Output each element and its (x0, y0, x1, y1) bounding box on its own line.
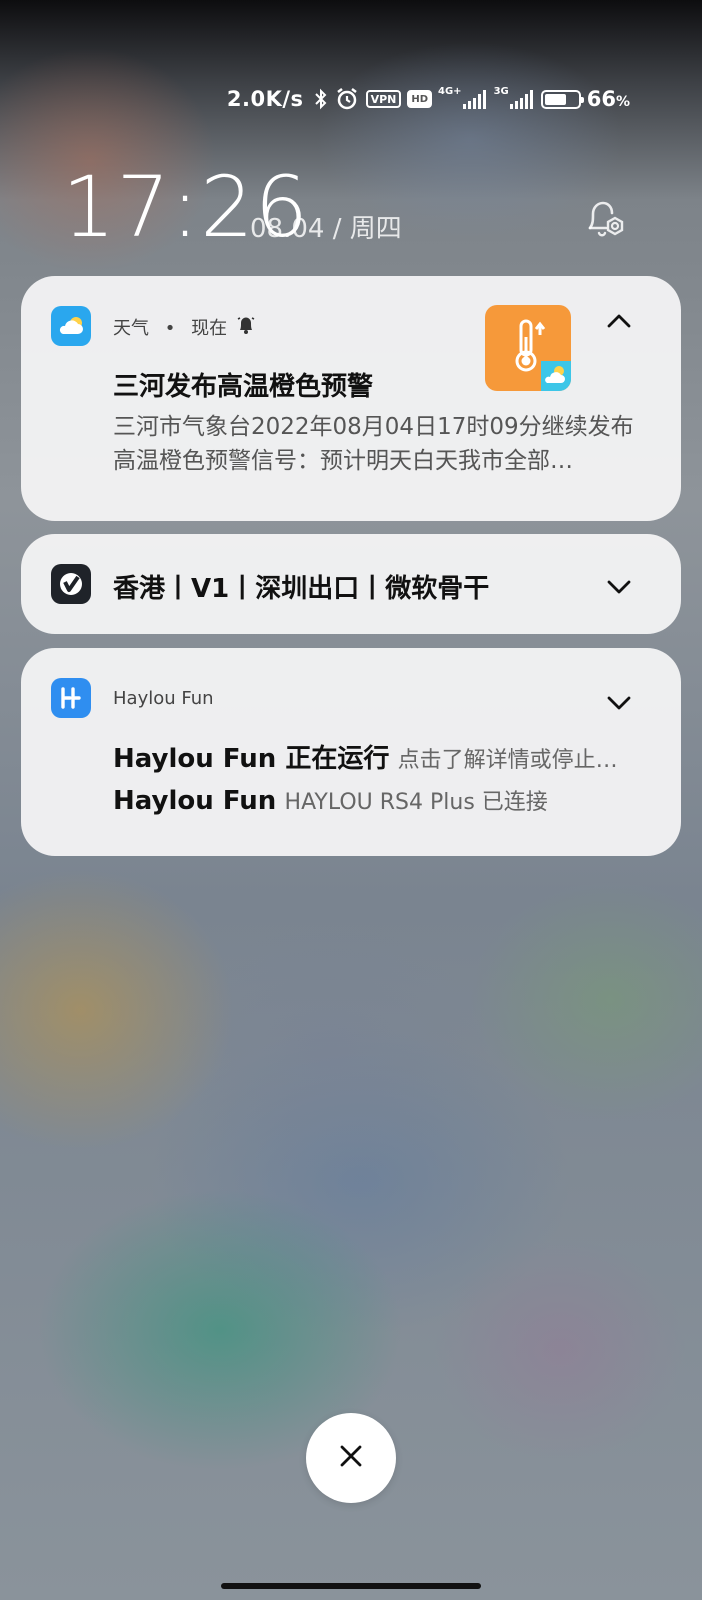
hd-icon: HD (407, 90, 433, 108)
row-title: Haylou Fun (113, 786, 277, 816)
bluetooth-icon (314, 87, 328, 111)
status-bar: 2.0K/s VPN HD 4G+ 3G 66% (227, 86, 630, 112)
notification-settings-icon[interactable] (582, 196, 630, 244)
notification-card-haylou[interactable]: Haylou Fun Haylou Fun 正在运行 点击了解详情或停止… Ha… (21, 648, 681, 856)
lockscreen-date: 08.04 / 周四 (250, 214, 402, 244)
row-detail: 点击了解详情或停止… (397, 748, 618, 773)
notification-card-vpn[interactable]: 香港丨V1丨深圳出口丨微软骨干 (21, 534, 681, 634)
signal-4g-icon: 4G+ (438, 85, 488, 110)
net1-label: 4G+ (438, 85, 462, 97)
notification-title: 三河发布高温橙色预警 (113, 372, 374, 402)
expand-chevron-icon[interactable] (603, 570, 635, 602)
vpn-app-icon (51, 564, 91, 604)
vpn-icon: VPN (365, 90, 402, 108)
net2-label: 3G (493, 85, 509, 97)
notification-title: 香港丨V1丨深圳出口丨微软骨干 (113, 574, 490, 604)
haylou-app-icon (51, 678, 91, 718)
battery-fill (544, 93, 566, 105)
temperature-thumbnail (485, 305, 571, 391)
alarm-icon (334, 86, 360, 112)
collapse-chevron-icon[interactable] (603, 306, 635, 338)
home-indicator[interactable] (221, 1583, 481, 1589)
weather-app-icon (51, 306, 91, 346)
app-name: Haylou Fun (113, 688, 214, 709)
notification-row: Haylou Fun 正在运行 点击了解详情或停止… (113, 738, 618, 775)
battery-icon (540, 89, 584, 109)
notification-row: Haylou Fun HAYLOU RS4 Plus 已连接 (113, 784, 548, 816)
notification-body: 三河市气象台2022年08月04日17时09分继续发布高温橙色预警信号：预计明天… (113, 414, 634, 474)
net-speed: 2.0K/s (226, 87, 304, 111)
app-name: 天气 (113, 318, 149, 339)
clear-notifications-button[interactable] (306, 1413, 396, 1503)
notification-card-weather[interactable]: 天气 • 现在 三河发布高温橙色预警 三河市气象台2022年08月04日17时0… (21, 276, 681, 521)
expand-chevron-icon[interactable] (603, 686, 635, 718)
close-icon (338, 1443, 364, 1473)
battery-percent: 66% (586, 87, 630, 111)
bell-icon (235, 314, 257, 340)
row-detail: HAYLOU RS4 Plus 已连接 (284, 790, 548, 815)
notification-meta: 天气 • 现在 (113, 318, 228, 339)
signal-3g-icon: 3G (493, 85, 535, 110)
notification-time: 现在 (191, 318, 228, 339)
row-title: Haylou Fun 正在运行 (113, 744, 390, 774)
